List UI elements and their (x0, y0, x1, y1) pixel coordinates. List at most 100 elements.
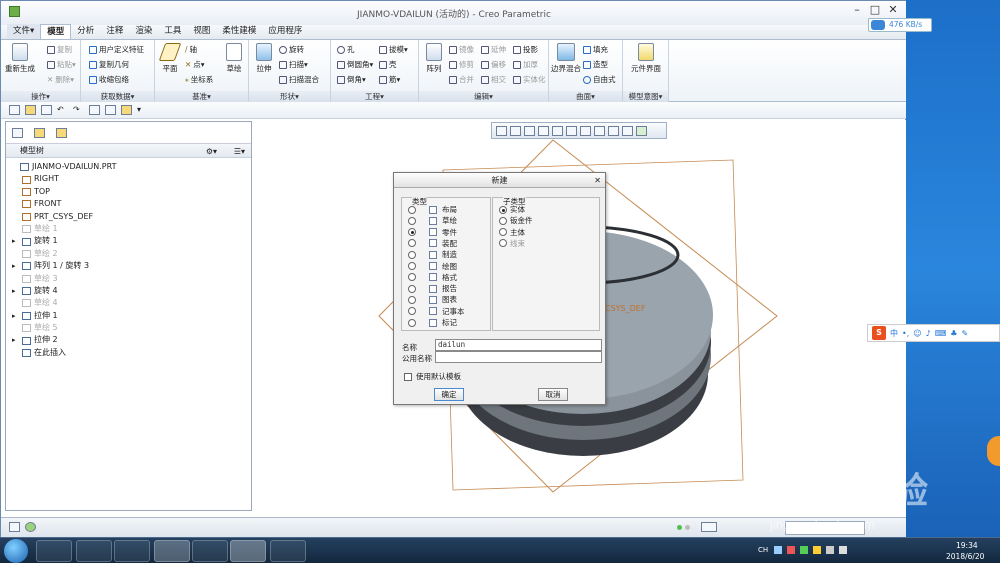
cancel-button[interactable]: 取消 (538, 388, 568, 401)
skin-icon[interactable]: ♣ (950, 329, 957, 338)
type-option[interactable]: 制造 (408, 249, 457, 260)
language-indicator[interactable]: CH (758, 546, 768, 554)
tree-node[interactable]: FRONT (6, 198, 251, 210)
start-button[interactable] (4, 539, 28, 563)
revolve-button[interactable]: 旋转 (279, 44, 304, 55)
clock-date[interactable]: 2018/6/20 (946, 552, 984, 561)
tab-model[interactable]: 模型 (40, 24, 72, 39)
open-icon[interactable] (25, 105, 36, 115)
offset-button[interactable]: 偏移 (481, 59, 506, 70)
sketch-button[interactable]: 草绘 (221, 43, 247, 74)
tree-node[interactable]: ▸ 拉伸 1 (6, 310, 251, 322)
rib-button[interactable]: 筋▾ (379, 74, 400, 85)
tree-show-icon[interactable]: ☰▾ (234, 145, 245, 159)
component-interface-button[interactable]: 元件界面 (627, 43, 665, 74)
regenerate-icon[interactable] (89, 105, 100, 115)
type-option[interactable]: 报告 (408, 283, 457, 294)
type-option[interactable]: 图表 (408, 294, 457, 305)
tray-icon-4[interactable] (813, 546, 821, 554)
udf-button[interactable]: 用户定义特征 (89, 44, 144, 55)
taskbar-cloud-app[interactable] (154, 540, 190, 562)
type-option[interactable]: 记事本 (408, 306, 465, 317)
solidify-button[interactable]: 实体化 (513, 74, 546, 85)
favorites-tab[interactable] (56, 127, 67, 138)
close-window-icon[interactable] (121, 105, 132, 115)
project-button[interactable]: 投影 (513, 44, 538, 55)
tree-settings-icon[interactable]: ⚙▾ (206, 145, 217, 159)
shrinkwrap-button[interactable]: 收缩包络 (89, 74, 129, 85)
tree-node[interactable]: 草绘 4 (6, 297, 251, 309)
taskbar-media-player[interactable] (114, 540, 150, 562)
tree-node[interactable]: ▸ 阵列 1 / 旋转 3 (6, 260, 251, 272)
tree-node[interactable]: RIGHT (6, 173, 251, 185)
saved-orientations-icon[interactable] (566, 125, 577, 136)
refit-icon[interactable] (496, 125, 507, 136)
type-option[interactable]: 绘图 (408, 261, 457, 272)
volume-icon[interactable] (839, 546, 847, 554)
undo-icon[interactable]: ↶ (57, 105, 68, 115)
side-float-icon[interactable] (987, 436, 1000, 466)
tools-icon[interactable]: ✎ (961, 329, 968, 338)
datum-display-icon[interactable] (608, 125, 619, 136)
tab-tools[interactable]: 工具 (158, 24, 187, 39)
sweep-button[interactable]: 扫描▾ (279, 59, 308, 70)
pattern-button[interactable]: 阵列 (421, 43, 447, 74)
extrude-button[interactable]: 拉伸 (251, 43, 277, 74)
net-speed-widget[interactable]: 476 KB/s (868, 18, 932, 32)
tray-icon-2[interactable] (787, 546, 795, 554)
taskbar-app-1[interactable] (36, 540, 72, 562)
thicken-button[interactable]: 加厚 (513, 59, 538, 70)
tree-node[interactable]: PRT_CSYS_DEF (6, 211, 251, 223)
close-button[interactable]: ✕ (885, 3, 901, 17)
dialog-close-icon[interactable]: ✕ (594, 173, 601, 188)
tab-applications[interactable]: 应用程序 (262, 24, 308, 39)
tree-expand-icon[interactable]: ▸ (12, 235, 22, 247)
tree-node[interactable]: 草绘 1 (6, 223, 251, 235)
taskbar-explorer[interactable] (76, 540, 112, 562)
ok-button[interactable]: 确定 (434, 388, 464, 401)
tab-file[interactable]: 文件▾ (7, 24, 41, 39)
show-navigator-icon[interactable] (9, 522, 20, 532)
round-button[interactable]: 倒圆角▾ (337, 59, 373, 70)
use-default-template-checkbox[interactable]: 使用默认模板 (404, 371, 461, 382)
folder-browser-tab[interactable] (34, 127, 45, 138)
tree-expand-icon[interactable]: ▸ (12, 285, 22, 297)
tree-expand-icon[interactable]: ▸ (12, 260, 22, 272)
spin-center-icon[interactable] (636, 125, 647, 136)
minimize-button[interactable]: – (849, 3, 865, 17)
tree-node[interactable]: ▸ 旋转 1 (6, 235, 251, 247)
tab-flexible-modeling[interactable]: 柔性建模 (216, 24, 262, 39)
tray-icon-1[interactable] (774, 546, 782, 554)
type-option[interactable]: 草绘 (408, 215, 457, 226)
common-name-input[interactable] (435, 351, 602, 363)
name-input[interactable]: dailun (435, 339, 602, 351)
shell-button[interactable]: 壳 (379, 59, 397, 70)
hole-button[interactable]: 孔 (337, 44, 355, 55)
csys-button[interactable]: ⁎ 坐标系 (185, 74, 213, 85)
find-icon[interactable] (701, 522, 717, 532)
display-style-icon[interactable] (552, 125, 563, 136)
taskbar-paint[interactable] (270, 540, 306, 562)
clock-time[interactable]: 19:34 (956, 541, 978, 550)
tree-node[interactable]: 草绘 3 (6, 273, 251, 285)
tree-expand-icon[interactable]: ▸ (12, 334, 22, 346)
subtype-option[interactable]: 主体 (499, 227, 525, 238)
swept-blend-button[interactable]: 扫描混合 (279, 74, 319, 85)
zoom-out-icon[interactable] (524, 125, 535, 136)
annotation-display-icon[interactable] (622, 125, 633, 136)
tab-view[interactable]: 视图 (187, 24, 216, 39)
model-tree-tab[interactable] (12, 127, 23, 138)
repaint-icon[interactable] (538, 125, 549, 136)
paste-button[interactable]: 粘贴▾ (47, 59, 76, 70)
copy-geometry-button[interactable]: 复制几何 (89, 59, 129, 70)
tab-analysis[interactable]: 分析 (71, 24, 100, 39)
trim-button[interactable]: 修剪 (449, 59, 474, 70)
windows-icon[interactable] (105, 105, 116, 115)
punctuation-icon[interactable]: •, (902, 329, 909, 338)
tree-expand-icon[interactable]: ▸ (12, 310, 22, 322)
sogou-icon[interactable]: S (872, 326, 886, 340)
tab-annotate[interactable]: 注释 (100, 24, 129, 39)
subtype-option[interactable]: 线束 (499, 238, 525, 249)
point-button[interactable]: ✕ 点▾ (185, 59, 205, 70)
browser-icon[interactable] (25, 522, 36, 532)
